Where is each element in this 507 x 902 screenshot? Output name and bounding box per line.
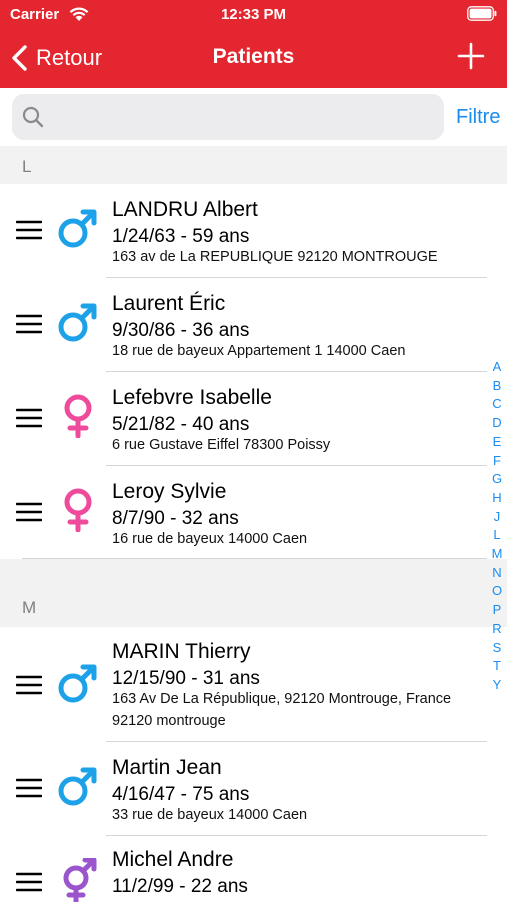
index-letter-t[interactable]: T — [488, 657, 506, 676]
male-icon — [58, 767, 97, 806]
patient-name: Lefebvre Isabelle — [112, 386, 272, 409]
patient-name: Martin Jean — [112, 756, 222, 779]
page-title: Patients — [212, 45, 295, 68]
patient-dob: 1/24/63 - 59 ans — [112, 226, 250, 247]
menu-icon — [16, 408, 42, 428]
patient-address: 33 rue de bayeux 14000 Caen — [112, 807, 308, 823]
search-field[interactable] — [12, 94, 444, 142]
patient-name: Michel Andre — [112, 848, 234, 871]
patient-row[interactable]: LANDRU Albert 1/24/63 - 59 ans 163 av de… — [0, 184, 487, 278]
male-icon — [58, 209, 97, 248]
section-letter: M — [22, 598, 37, 617]
menu-icon — [16, 778, 42, 798]
index-letter-e[interactable]: E — [488, 433, 506, 452]
index-letter-j[interactable]: J — [488, 508, 506, 527]
patient-address: 18 rue de bayeux Appartement 1 14000 Cae… — [112, 343, 406, 359]
index-letter-m[interactable]: M — [488, 545, 506, 564]
section-letter: L — [22, 157, 32, 176]
search-bar: Filtre — [0, 88, 507, 146]
index-letter-h[interactable]: H — [488, 489, 506, 508]
intersex-icon — [63, 858, 97, 902]
index-letter-l[interactable]: L — [488, 526, 506, 545]
menu-icon — [16, 872, 42, 892]
patient-dob: 5/21/82 - 40 ans — [112, 414, 250, 435]
index-letter-b[interactable]: B — [488, 377, 506, 396]
patient-dob: 12/15/90 - 31 ans — [112, 668, 260, 689]
section-header-l: L — [0, 146, 507, 184]
index-letter-c[interactable]: C — [488, 395, 506, 414]
patient-dob: 9/30/86 - 36 ans — [112, 320, 250, 341]
index-letter-f[interactable]: F — [488, 452, 506, 471]
female-icon — [64, 488, 92, 532]
male-icon — [58, 664, 97, 703]
patient-dob: 4/16/47 - 75 ans — [112, 784, 250, 805]
navigation-header: Carrier 12:33 PM Retour Patients — [0, 0, 507, 88]
patient-dob: 8/7/90 - 32 ans — [112, 508, 239, 529]
patient-row[interactable]: Martin Jean 4/16/47 - 75 ans 33 rue de b… — [0, 742, 487, 836]
index-letter-s[interactable]: S — [488, 639, 506, 658]
patient-dob: 11/2/99 - 22 ans — [112, 876, 248, 897]
index-letter-o[interactable]: O — [488, 582, 506, 601]
patient-address: 163 av de La REPUBLIQUE 92120 MONTROUGE — [112, 249, 438, 265]
patient-address: 6 rue Gustave Eiffel 78300 Poissy — [112, 437, 331, 453]
index-letter-a[interactable]: A — [488, 358, 506, 377]
status-time: 12:33 PM — [220, 6, 287, 23]
patient-name: MARIN Thierry — [112, 640, 251, 663]
index-letter-p[interactable]: P — [488, 601, 506, 620]
female-icon — [64, 394, 92, 438]
menu-icon — [16, 502, 42, 522]
index-letter-y[interactable]: Y — [488, 676, 506, 695]
index-letter-n[interactable]: N — [488, 564, 506, 583]
section-header-m: M — [0, 559, 507, 627]
patient-row[interactable]: Leroy Sylvie 8/7/90 - 32 ans 16 rue de b… — [0, 466, 487, 559]
patient-row[interactable]: Lefebvre Isabelle 5/21/82 - 40 ans 6 rue… — [0, 372, 487, 466]
index-letter-g[interactable]: G — [488, 470, 506, 489]
patient-row[interactable]: Laurent Éric 9/30/86 - 36 ans 18 rue de … — [0, 278, 487, 372]
filter-button[interactable]: Filtre — [456, 106, 500, 129]
search-input[interactable] — [52, 94, 441, 142]
search-icon — [22, 106, 44, 128]
patient-name: Leroy Sylvie — [112, 480, 227, 503]
alphabet-index[interactable]: ABCDEFGHJLMNOPRSTY — [488, 358, 506, 695]
index-letter-r[interactable]: R — [488, 620, 506, 639]
index-letter-d[interactable]: D — [488, 414, 506, 433]
male-icon — [58, 303, 97, 342]
patient-row[interactable]: Michel Andre 11/2/99 - 22 ans — [0, 836, 487, 902]
menu-icon — [16, 675, 42, 695]
patient-row[interactable]: MARIN Thierry 12/15/90 - 31 ans 163 Av D… — [0, 627, 487, 742]
patient-address: 16 rue de bayeux 14000 Caen — [112, 531, 308, 547]
patient-address: 163 Av De La République, 92120 Montrouge… — [112, 691, 452, 729]
patient-name: LANDRU Albert — [112, 198, 258, 221]
menu-icon — [16, 314, 42, 334]
menu-icon — [16, 220, 42, 240]
patient-name: Laurent Éric — [112, 292, 226, 315]
battery-icon — [467, 6, 497, 21]
plus-icon[interactable] — [457, 42, 485, 70]
